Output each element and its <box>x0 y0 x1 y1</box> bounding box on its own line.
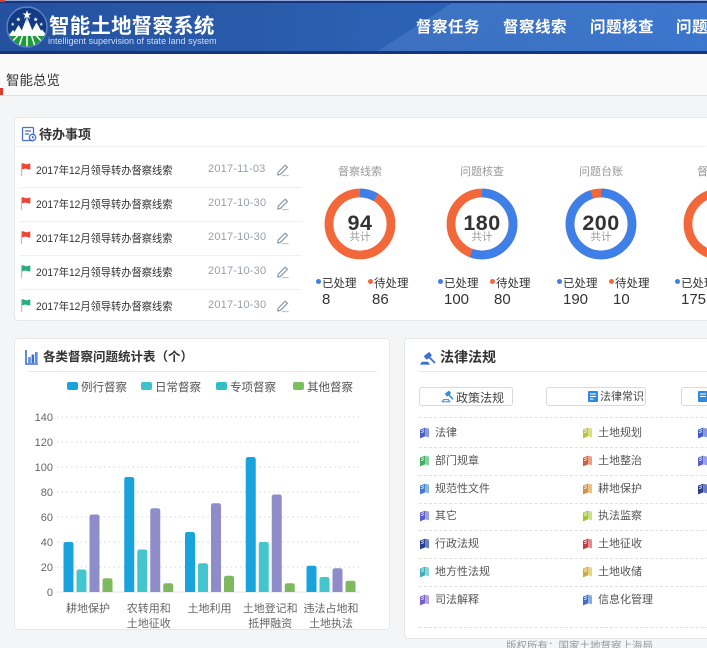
svg-text:抵押融资: 抵押融资 <box>248 616 292 630</box>
svg-text:40: 40 <box>41 537 53 549</box>
svg-text:20: 20 <box>41 562 53 574</box>
svg-text:农转用和: 农转用和 <box>127 601 171 615</box>
svg-text:耕地保护: 耕地保护 <box>66 601 110 615</box>
svg-text:违法占地和: 违法占地和 <box>304 601 359 615</box>
svg-text:60: 60 <box>41 512 53 524</box>
svg-text:120: 120 <box>35 437 53 449</box>
svg-text:80: 80 <box>41 487 53 499</box>
svg-text:0: 0 <box>47 587 53 599</box>
svg-text:140: 140 <box>35 412 53 424</box>
svg-text:土地执法: 土地执法 <box>309 616 353 630</box>
svg-text:土地利用: 土地利用 <box>188 602 232 615</box>
svg-text:100: 100 <box>35 462 53 474</box>
svg-text:土地登记和: 土地登记和 <box>243 601 298 615</box>
svg-text:土地征收: 土地征收 <box>127 616 171 630</box>
